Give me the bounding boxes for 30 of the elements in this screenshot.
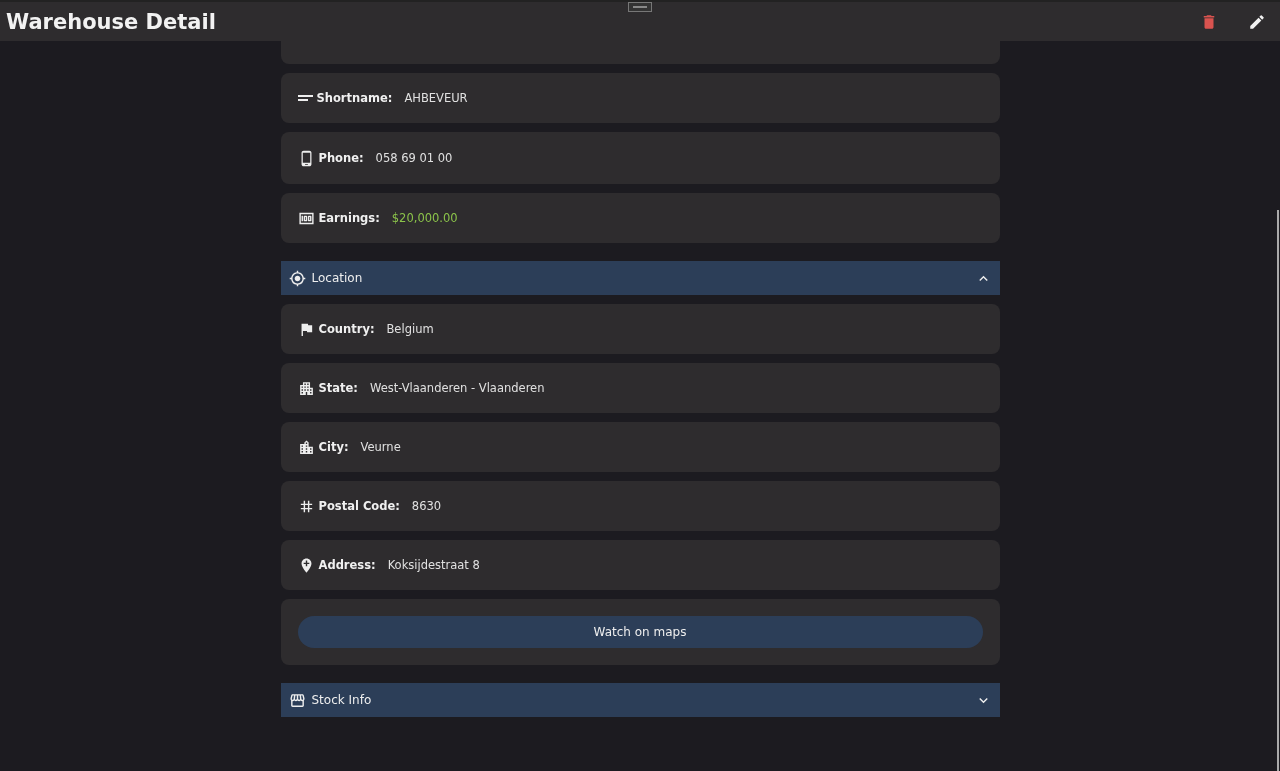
field-label: Country:: [318, 322, 375, 336]
building-icon: [297, 379, 315, 397]
field-value: West-Vlaanderen - Vlaanderen: [369, 381, 545, 395]
field-label: Earnings:: [318, 211, 380, 225]
edit-icon[interactable]: [1248, 12, 1266, 31]
field-label: Shortname:: [316, 91, 393, 105]
scrollbar[interactable]: [1277, 210, 1279, 771]
field-label: Address:: [318, 558, 376, 572]
crosshair-icon: [288, 269, 306, 287]
field-label: Postal Code:: [318, 499, 400, 513]
city-icon: [297, 438, 315, 456]
field-value: Koksijdestraat 8: [387, 558, 480, 572]
field-value: Belgium: [386, 322, 434, 336]
field-value: AHBEVEUR: [404, 91, 468, 105]
field-label: State:: [318, 381, 358, 395]
field-value: $20,000.00: [391, 211, 458, 225]
field-value: Veurne: [360, 440, 401, 454]
field-label: Phone:: [318, 151, 364, 165]
lines-icon: [297, 95, 313, 101]
field-label: City:: [318, 440, 349, 454]
store-icon: [288, 691, 306, 709]
section-header[interactable]: Stock Info: [280, 683, 1000, 717]
maps-button[interactable]: Watch on maps: [297, 616, 983, 648]
section-title: Location: [311, 271, 364, 285]
field-value: 8630: [411, 499, 442, 513]
page-title: Warehouse Detail: [6, 9, 216, 34]
section-title: Stock Info: [311, 693, 373, 707]
field-value: 058 69 01 00: [375, 151, 453, 165]
grip-handle[interactable]: [628, 2, 652, 12]
section-header[interactable]: Location: [280, 261, 1000, 295]
